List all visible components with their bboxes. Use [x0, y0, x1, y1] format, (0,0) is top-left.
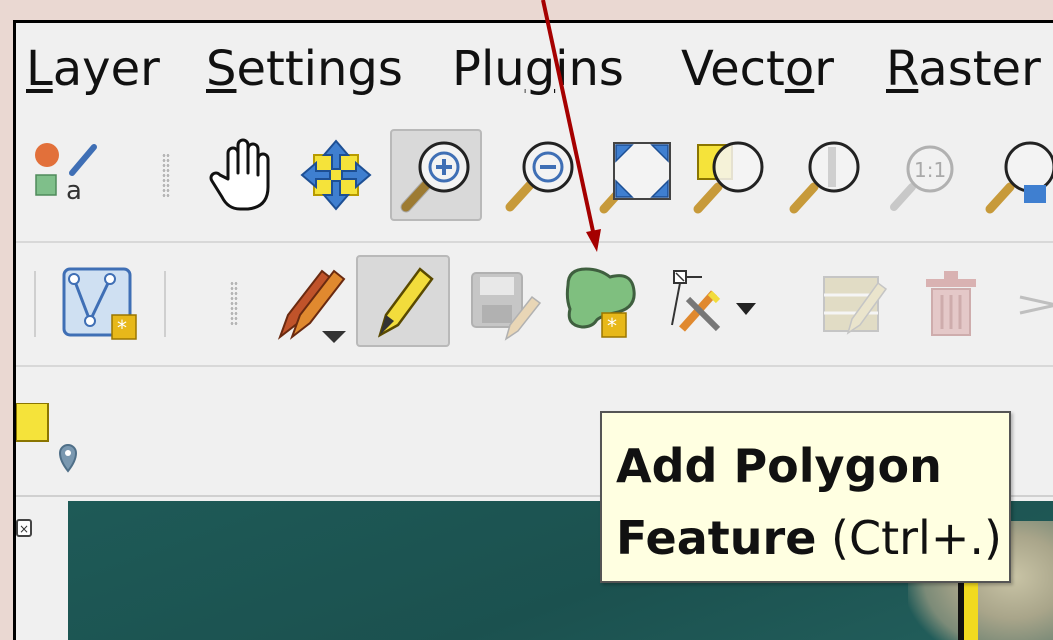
menu-settings[interactable]: Settings	[206, 41, 403, 97]
zoom-full-button[interactable]	[594, 133, 678, 217]
toolbar-grip[interactable]	[162, 153, 170, 197]
new-layer-point-icon	[16, 402, 78, 473]
zoom-in-icon	[400, 141, 470, 213]
zoom-to-selection-icon	[693, 141, 764, 214]
zoom-to-selection-button[interactable]	[688, 133, 772, 217]
digitize-with-segment-icon	[671, 270, 756, 332]
zoom-to-layer-button[interactable]	[784, 133, 868, 217]
save-edits-icon	[471, 272, 542, 341]
scissors-icon	[1019, 295, 1053, 315]
map-navigation-toolbar: a 1:1	[16, 123, 1053, 243]
chevron-down-icon[interactable]	[736, 303, 756, 315]
zoom-in-button[interactable]	[390, 129, 482, 221]
layer-styling-button[interactable]: a	[30, 137, 100, 207]
svg-text:*: *	[607, 314, 617, 338]
cut-features-button[interactable]	[1016, 285, 1053, 325]
zoom-full-icon	[599, 142, 671, 214]
digitizing-toolbar: * *	[16, 245, 1053, 367]
current-edits-button[interactable]	[274, 261, 352, 345]
pan-hand-icon	[209, 138, 270, 211]
menu-bar: Layer Settings Plugins Vector Raster	[16, 23, 1053, 119]
pan-to-selection-icon	[300, 139, 372, 211]
tooltip-shortcut: (Ctrl+.)	[816, 511, 1002, 565]
current-edits-icon	[277, 269, 346, 343]
toggle-editing-icon	[377, 267, 434, 338]
add-polygon-feature-icon: *	[565, 267, 636, 338]
layer-styling-icon: a	[35, 143, 97, 206]
panel-close-icon[interactable]: ×	[16, 519, 32, 537]
tooltip-title-continued: Feature	[616, 511, 817, 565]
tooltip: Add Polygon Feature (Ctrl+.)	[600, 411, 1011, 583]
zoom-out-button[interactable]	[498, 133, 582, 217]
tooltip-title: Add Polygon	[616, 439, 942, 493]
toolbar-grip[interactable]	[230, 281, 238, 325]
layer-styling-label: a	[66, 176, 82, 206]
menu-vector[interactable]: Vector	[681, 41, 834, 97]
vertex-tool-icon: *	[62, 267, 137, 340]
add-point-layer-button[interactable]	[16, 402, 82, 475]
pan-to-selection-button[interactable]	[300, 135, 374, 215]
menu-layer[interactable]: Layer	[26, 41, 160, 97]
menu-plugins[interactable]: Plugins	[452, 41, 624, 97]
toolbar-separator	[164, 271, 166, 337]
zoom-last-button[interactable]	[980, 133, 1053, 217]
delete-selected-button[interactable]	[918, 265, 986, 343]
zoom-native-resolution-button[interactable]: 1:1	[884, 135, 964, 215]
modify-attributes-icon	[823, 276, 888, 335]
zoom-to-layer-icon	[789, 141, 860, 214]
menu-raster[interactable]: Raster	[886, 41, 1041, 97]
vertex-tool-button[interactable]: *	[60, 263, 140, 345]
modify-attributes-button[interactable]	[816, 263, 894, 343]
toolbar-separator	[34, 271, 36, 337]
qgis-window: Layer Settings Plugins Vector Raster a 1…	[13, 20, 1053, 640]
delete-selected-icon	[926, 271, 976, 336]
toggle-editing-button[interactable]	[356, 255, 450, 347]
save-edits-button[interactable]	[466, 261, 544, 345]
zoom-last-icon	[985, 141, 1053, 214]
zoom-native-resolution-icon: 1:1	[890, 145, 954, 211]
pan-map-button[interactable]	[206, 135, 280, 215]
svg-text:*: *	[117, 316, 127, 340]
native-resolution-label: 1:1	[914, 158, 946, 182]
tooltip-description: Feature (Ctrl+.)	[616, 511, 1002, 565]
digitize-with-segment-button[interactable]	[664, 263, 774, 343]
add-polygon-feature-button[interactable]: *	[562, 259, 642, 347]
zoom-out-icon	[505, 141, 574, 212]
